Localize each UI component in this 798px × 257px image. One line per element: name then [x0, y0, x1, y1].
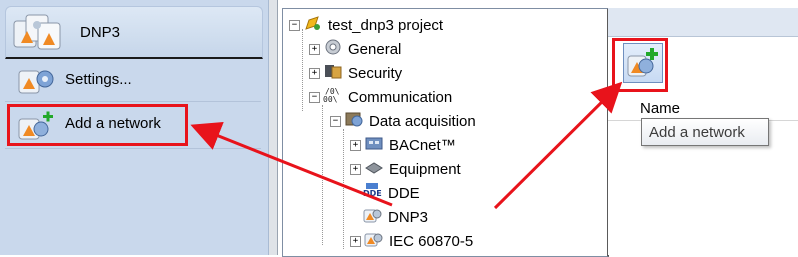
- svg-text:DDE: DDE: [363, 189, 382, 198]
- tooltip: Add a network: [641, 118, 769, 146]
- equipment-icon: [364, 158, 384, 180]
- tree-item-dnp3[interactable]: DNP3: [363, 206, 428, 228]
- tree-item-label: Equipment: [389, 160, 461, 178]
- dde-icon: DDE: [363, 182, 383, 204]
- tree-item-dde[interactable]: DDE DDE: [363, 182, 420, 204]
- expand-toggle[interactable]: +: [309, 43, 320, 55]
- tree-item-label: BACnet™: [389, 136, 456, 154]
- dnp3-node-icon: [363, 206, 383, 228]
- tree-item-bacnet[interactable]: + BACnet™: [350, 134, 456, 156]
- name-column-header[interactable]: Name: [640, 100, 680, 117]
- tree-item-equipment[interactable]: + Equipment: [350, 158, 461, 180]
- tree-item-general[interactable]: + General: [309, 38, 401, 60]
- collapse-toggle[interactable]: −: [330, 115, 341, 127]
- settings-icon: [17, 67, 57, 98]
- expand-toggle[interactable]: +: [350, 139, 361, 151]
- tree-item-label: Data acquisition: [369, 112, 476, 130]
- settings-label: Settings...: [65, 71, 132, 88]
- tree-item-label: Security: [348, 64, 403, 82]
- tree-guide: [343, 129, 344, 249]
- highlight-add-button: [612, 38, 668, 92]
- expand-toggle[interactable]: +: [309, 67, 320, 79]
- dnp3-icon: [12, 13, 64, 56]
- gear-icon: [323, 38, 343, 60]
- tree-item-label: Communication: [348, 88, 453, 106]
- bacnet-icon: [364, 134, 384, 156]
- svg-text:00\: 00\: [323, 95, 338, 104]
- divider: [5, 148, 261, 149]
- expand-toggle[interactable]: +: [350, 235, 361, 247]
- expand-toggle[interactable]: +: [350, 163, 361, 175]
- collapse-toggle[interactable]: −: [309, 91, 320, 103]
- tree-guide: [302, 29, 303, 111]
- tree-item-label: DNP3: [388, 208, 429, 226]
- tree-item-security[interactable]: + Security: [309, 62, 402, 84]
- iec-icon: [364, 230, 384, 252]
- panel-title: DNP3: [80, 24, 121, 41]
- tree-root-label: test_dnp3 project: [328, 16, 444, 34]
- tree-guide: [322, 105, 323, 245]
- tree-item-label: IEC 60870-5: [389, 232, 474, 250]
- communication-icon: /0\ 00\: [323, 86, 343, 108]
- project-tree: − test_dnp3 project + General + Security: [282, 8, 609, 257]
- tree-item-iec[interactable]: + IEC 60870-5: [350, 230, 473, 252]
- divider: [5, 101, 261, 102]
- tree-item-communication[interactable]: − /0\ 00\ Communication: [309, 86, 452, 108]
- data-acquisition-icon: [344, 110, 364, 132]
- tree-item-data-acquisition[interactable]: − Data acquisition: [330, 110, 476, 132]
- detail-header: [608, 8, 798, 37]
- tree-item-label: General: [348, 40, 402, 58]
- security-icon: [323, 62, 343, 84]
- tree-root[interactable]: − test_dnp3 project: [289, 14, 443, 36]
- panel-header: DNP3: [5, 6, 263, 59]
- settings-item[interactable]: Settings...: [5, 62, 261, 98]
- splitter[interactable]: [269, 0, 278, 255]
- highlight-add-network: [7, 104, 188, 146]
- collapse-toggle[interactable]: −: [289, 19, 300, 31]
- project-icon: [303, 14, 323, 36]
- tree-item-label: DDE: [388, 184, 420, 202]
